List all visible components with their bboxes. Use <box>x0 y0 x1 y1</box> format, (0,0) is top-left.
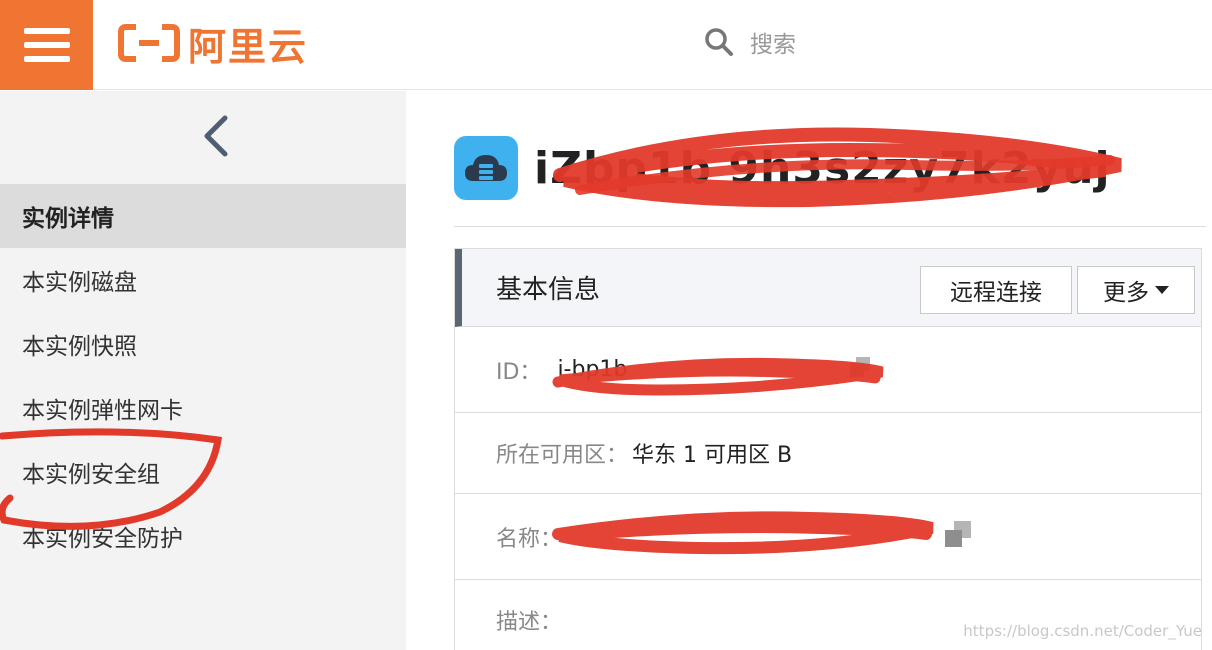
sidebar-item-eni[interactable]: 本实例弹性网卡 <box>0 376 406 440</box>
sidebar-item-security-protection[interactable]: 本实例安全防护 <box>0 504 406 568</box>
instance-title: iZbp1b 9h3s2zy7k2yuj <box>534 142 1111 194</box>
sidebar: 实例详情 本实例磁盘 本实例快照 本实例弹性网卡 本实例安全组 本实例安全防护 <box>0 91 406 650</box>
aliyun-logo-icon <box>118 24 180 62</box>
id-label: ID： <box>496 359 542 385</box>
search-placeholder: 搜索 <box>750 32 796 58</box>
remote-connect-button[interactable]: 远程连接 <box>920 266 1072 314</box>
more-button[interactable]: 更多 <box>1077 266 1195 314</box>
chevron-left-icon[interactable] <box>196 111 236 161</box>
more-button-label: 更多 <box>1103 280 1149 306</box>
info-row-id: ID： i-bp1b <box>455 327 1201 413</box>
info-row-name: 名称： <box>455 494 1201 580</box>
search-bar[interactable]: 搜索 <box>704 22 796 62</box>
zone-label: 所在可用区： <box>496 443 629 468</box>
title-divider <box>454 226 1206 227</box>
caret-down-icon <box>1155 286 1169 294</box>
instance-header: iZbp1b 9h3s2zy7k2yuj <box>454 135 1174 201</box>
basic-info-header: 基本信息 远程连接 更多 <box>455 249 1201 327</box>
copy-icon[interactable] <box>945 521 971 547</box>
cloud-server-icon <box>454 136 518 200</box>
sidebar-item-disks[interactable]: 本实例磁盘 <box>0 248 406 312</box>
logo[interactable]: 阿里云 <box>118 20 308 69</box>
name-label: 名称： <box>496 526 563 552</box>
basic-info-card: 基本信息 远程连接 更多 ID： i-bp1b 所在可用区： 华东 1 可用区 … <box>454 248 1202 650</box>
search-icon <box>705 28 733 56</box>
copy-icon[interactable] <box>850 357 870 377</box>
main-content: iZbp1b 9h3s2zy7k2yuj 基本信息 远程连接 更多 ID： i-… <box>406 91 1212 650</box>
menu-icon[interactable] <box>0 0 93 90</box>
info-row-zone: 所在可用区： 华东 1 可用区 B <box>455 413 1201 494</box>
zone-value: 华东 1 可用区 B <box>632 443 793 468</box>
logo-text: 阿里云 <box>188 24 309 69</box>
basic-info-title: 基本信息 <box>496 275 601 305</box>
sidebar-item-instance-details[interactable]: 实例详情 <box>0 184 406 248</box>
top-header: 阿里云 搜索 <box>0 0 1212 90</box>
sidebar-item-snapshots[interactable]: 本实例快照 <box>0 312 406 376</box>
id-value: i-bp1b <box>557 357 628 382</box>
sidebar-item-security-group[interactable]: 本实例安全组 <box>0 440 406 504</box>
watermark: https://blog.csdn.net/Coder_Yue <box>963 622 1202 640</box>
description-label: 描述： <box>496 609 563 635</box>
